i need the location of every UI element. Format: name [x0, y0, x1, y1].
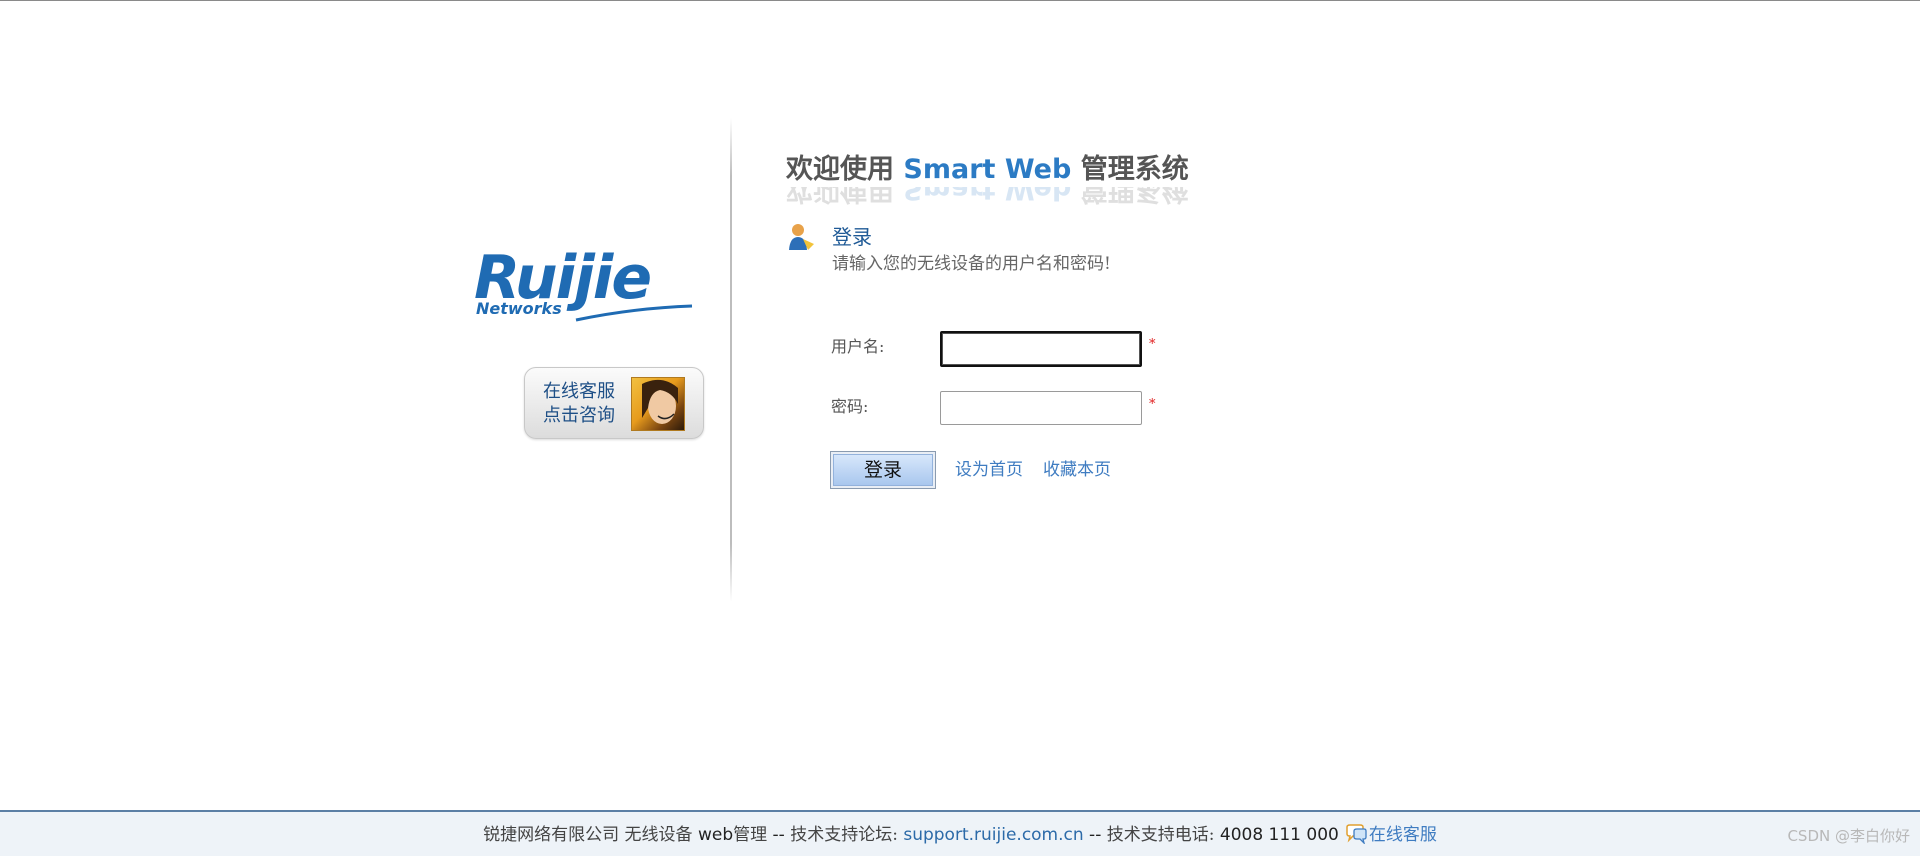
username-required-mark: *: [1149, 337, 1156, 352]
login-button[interactable]: 登录: [830, 451, 936, 489]
footer-phone-label: 技术支持电话:: [1106, 825, 1220, 845]
page-title: 欢迎使用 Smart Web 管理系统: [786, 150, 1189, 190]
title-suffix: 管理系统: [1080, 154, 1189, 185]
csdn-watermark: CSDN @李白你好: [1787, 827, 1910, 845]
title-web: Web: [1004, 154, 1072, 185]
set-homepage-link[interactable]: 设为首页: [955, 462, 1023, 479]
logo-swoosh-icon: [575, 304, 693, 322]
login-button-label: 登录: [833, 454, 933, 486]
footer-mgmt: 管理: [733, 825, 773, 845]
column-divider: [730, 118, 732, 602]
title-prefix: 欢迎使用: [786, 154, 904, 185]
login-instructions: 请输入您的无线设备的用户名和密码!: [832, 254, 1111, 274]
footer: 锐捷网络有限公司 无线设备 web管理 -- 技术支持论坛: support.r…: [0, 810, 1920, 856]
ruijie-logo: Ruijie Networks: [474, 248, 706, 328]
password-input[interactable]: [940, 391, 1142, 425]
logo-subtitle: Networks: [476, 299, 562, 318]
username-label: 用户名:: [831, 337, 885, 356]
footer-web: web: [697, 825, 734, 845]
footer-dash-1: --: [772, 825, 791, 845]
top-border-line: [0, 0, 1920, 1]
username-input[interactable]: [940, 331, 1142, 367]
footer-dash-2: --: [1083, 825, 1107, 845]
title-smart: Smart: [903, 154, 996, 185]
footer-forum-label: 技术支持论坛:: [790, 825, 904, 845]
page-title-reflection: 欢迎使用 Smart Web 管理系统: [786, 187, 1189, 205]
online-service-badge[interactable]: 在线客服 点击咨询: [524, 367, 704, 439]
online-service-badge-line2: 点击咨询: [543, 405, 615, 426]
support-agent-photo-icon: [631, 377, 685, 431]
support-phone-number: 4008 111 000: [1219, 825, 1339, 845]
support-forum-link[interactable]: support.ruijie.com.cn: [903, 825, 1083, 845]
bookmark-page-link[interactable]: 收藏本页: [1043, 462, 1111, 479]
online-service-badge-line1: 在线客服: [543, 381, 615, 402]
footer-company: 锐捷网络有限公司 无线设备: [483, 825, 698, 845]
password-required-mark: *: [1149, 397, 1156, 412]
login-heading: 登录: [832, 225, 872, 249]
footer-online-service-link[interactable]: 在线客服: [1369, 825, 1437, 845]
footer-info: 锐捷网络有限公司 无线设备 web管理 -- 技术支持论坛: support.r…: [0, 824, 1920, 844]
user-login-icon: [789, 224, 814, 250]
chat-bubble-icon: [1346, 824, 1367, 844]
password-label: 密码:: [831, 397, 869, 416]
